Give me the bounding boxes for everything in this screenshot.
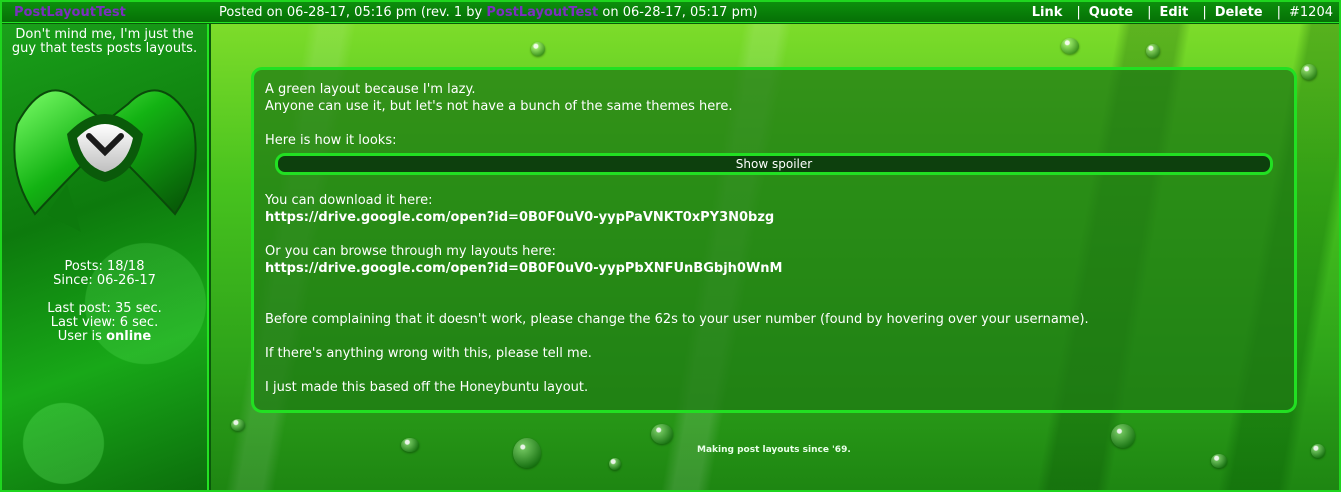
post-header: PostLayoutTest Posted on 06-28-17, 05:16… [2,2,1339,23]
post-text-line: Here is how it looks: [265,133,397,148]
user-sidebar: Don't mind me, I'm just the guy that tes… [2,24,209,490]
join-date: Since: 06-26-17 [53,273,156,288]
post-text-line: I just made this based off the Honeybunt… [265,380,589,395]
browse-label: Or you can browse through my layouts her… [265,244,556,259]
forum-post: PostLayoutTest Posted on 06-28-17, 05:16… [0,0,1341,492]
link-button[interactable]: Link [1032,5,1063,20]
online-status: User is online [2,330,207,344]
edit-button[interactable]: Edit [1159,5,1188,20]
post-number-link[interactable]: #1204 [1289,5,1333,20]
action-separator: | [1276,4,1282,20]
last-post: Last post: 35 sec. [47,301,162,316]
last-view: Last view: 6 sec. [50,315,159,330]
posted-info: Posted on 06-28-17, 05:16 pm (rev. 1 by … [209,5,1024,20]
post-actions: Link | Quote | Edit | Delete | #1204 [1024,5,1339,20]
browse-link[interactable]: https://drive.google.com/open?id=0B0F0uV… [265,260,1283,277]
download-label: You can download it here: [265,193,433,208]
user-stats: Posts: 18/18 Since: 06-26-17 Last post: … [2,260,207,344]
posted-suffix: on 06-28-17, 05:17 pm) [602,4,758,20]
status-value: online [106,329,152,344]
post-text-line: If there's anything wrong with this, ple… [265,346,592,361]
action-separator: | [1202,4,1207,20]
action-separator: | [1147,4,1152,20]
avatar [7,64,203,234]
username-link[interactable]: PostLayoutTest [14,5,126,20]
download-link[interactable]: https://drive.google.com/open?id=0B0F0uV… [265,209,1283,226]
status-prefix: User is [57,329,102,344]
avatar-logo-icon [12,89,197,232]
rev-username-link[interactable]: PostLayoutTest [486,5,598,20]
post-body-area: A green layout because I'm lazy. Anyone … [211,24,1339,490]
post-text-line: Before complaining that it doesn't work,… [265,312,1089,327]
delete-button[interactable]: Delete [1215,5,1263,20]
post-text-line: A green layout because I'm lazy. [265,82,476,97]
posted-prefix: Posted on 06-28-17, 05:16 pm (rev. 1 by [219,4,483,20]
post-content: A green layout because I'm lazy. Anyone … [251,67,1297,413]
username-cell: PostLayoutTest [2,5,209,20]
user-tagline: Don't mind me, I'm just the guy that tes… [11,27,198,56]
action-separator: | [1076,4,1081,20]
post-signature: Making post layouts since '69. [697,445,851,455]
quote-button[interactable]: Quote [1089,5,1133,20]
post-text-line: Anyone can use it, but let's not have a … [265,99,733,114]
show-spoiler-button[interactable]: Show spoiler [275,153,1273,175]
post-count: Posts: 18/18 [64,259,145,274]
